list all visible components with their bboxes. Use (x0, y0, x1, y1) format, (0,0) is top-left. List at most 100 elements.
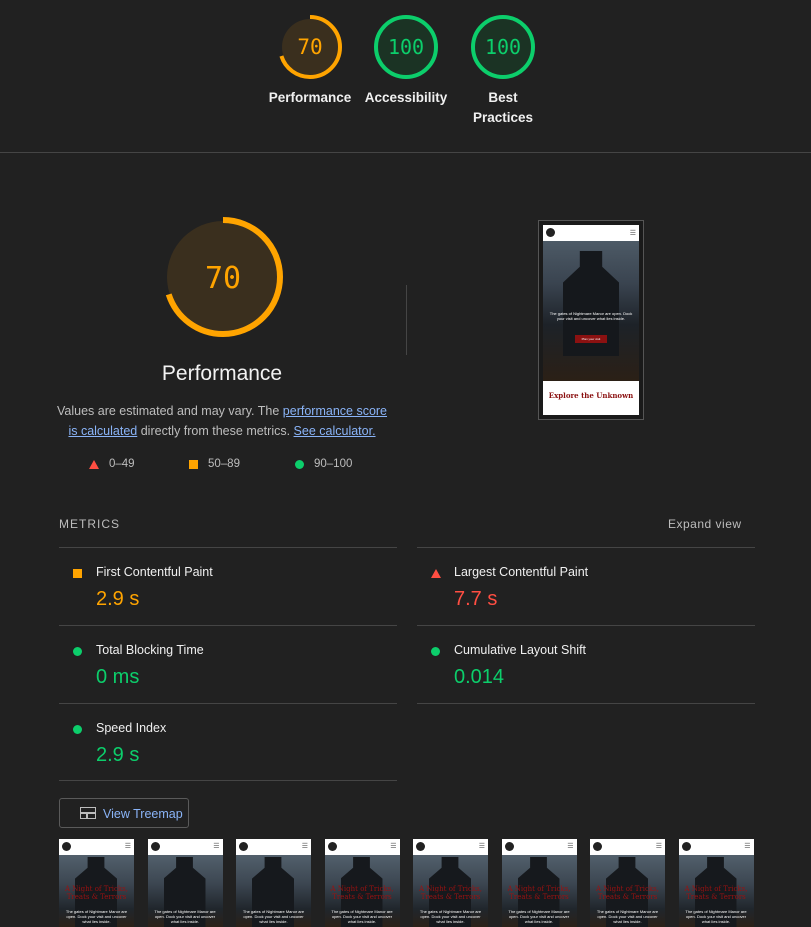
frame-hero: A Night of Tricks, Treats & Terrors The g… (678, 855, 754, 927)
filmstrip-frame: ☰ A Night of Tricks, Treats & Terrors The … (59, 839, 134, 927)
divider (59, 780, 397, 781)
gauge-label: Performance (268, 90, 352, 105)
filmstrip-frame: ☰ The gates of Nightmare Manor are open. … (236, 839, 311, 927)
logo-icon (416, 842, 425, 851)
circle-icon (73, 647, 82, 656)
filmstrip-frame: ☰ A Night of Tricks, Treats & Terrors The … (324, 839, 400, 927)
filmstrip-frame: ☰ The gates of Nightmare Manor are open. … (147, 839, 223, 927)
screenshot-footer-text: Explore the Unknown (548, 391, 634, 400)
frame-text: The gates of Nightmare Manor are open. D… (419, 909, 482, 924)
hamburger-icon: ☰ (655, 843, 662, 850)
legend-fail: 0–49 (89, 458, 135, 470)
legend-range: 0–49 (109, 458, 135, 470)
performance-description: Values are estimated and may vary. The p… (52, 401, 392, 441)
score-value: 70 (297, 35, 322, 59)
frame-title: A Night of Tricks, Treats & Terrors (596, 885, 659, 901)
hamburger-icon: ☰ (629, 230, 636, 237)
metric-name: Cumulative Layout Shift (454, 643, 587, 657)
performance-gauge-ring: 70 (278, 15, 342, 79)
divider (417, 703, 755, 704)
metric-name: First Contentful Paint (96, 565, 213, 579)
see-calculator-link[interactable]: See calculator. (294, 424, 376, 438)
frame-nav: ☰ (413, 839, 488, 855)
circle-icon (295, 459, 304, 469)
logo-icon (504, 842, 514, 851)
frame-title: A Night of Tricks, Treats & Terrors (419, 885, 482, 901)
frame-title: A Night of Tricks, Treats & Terrors (507, 885, 571, 901)
frame-text: The gates of Nightmare Manor are open. D… (685, 909, 747, 924)
hamburger-icon: ☰ (478, 843, 485, 850)
frame-text: The gates of Nightmare Manor are open. D… (331, 909, 393, 924)
frame-hero: A Night of Tricks, Treats & Terrors The g… (59, 855, 134, 927)
filmstrip-frame: ☰ A Night of Tricks, Treats & Terrors The … (590, 839, 665, 927)
desc-text: directly from these metrics. (137, 424, 294, 438)
square-icon (73, 569, 82, 578)
square-icon (189, 459, 198, 469)
performance-title: Performance (161, 362, 283, 385)
frame-nav: ☰ (236, 839, 311, 855)
hamburger-icon: ☰ (124, 843, 131, 850)
hamburger-icon: ☰ (567, 843, 574, 850)
expand-view-toggle[interactable]: Expand view (668, 517, 742, 531)
metric-value: 2.9 s (96, 588, 140, 610)
gauge-label: Best Practices (472, 90, 534, 125)
logo-icon (62, 842, 71, 851)
frame-nav: ☰ (501, 839, 577, 855)
hamburger-icon: ☰ (744, 843, 751, 850)
frame-title: A Night of Tricks, Treats & Terrors (330, 885, 394, 901)
divider (59, 625, 397, 626)
metric-value: 2.9 s (96, 744, 140, 766)
frame-nav: ☰ (59, 839, 134, 855)
legend-average: 50–89 (189, 458, 240, 470)
treemap-icon (80, 807, 96, 819)
triangle-icon (431, 569, 441, 578)
performance-gauge-large-ring: 70 (163, 217, 283, 337)
gauge-performance[interactable]: 70 Performance (262, 14, 358, 108)
logo-icon (239, 842, 248, 851)
logo-icon (593, 842, 602, 851)
frame-text: The gates of Nightmare Manor are open. D… (154, 909, 216, 924)
divider (417, 547, 755, 548)
hamburger-icon: ☰ (301, 843, 308, 850)
screenshot-page: ☰ The gates of Nightmare Manor are open.… (543, 225, 639, 415)
frame-nav: ☰ (147, 839, 223, 855)
frame-title: A Night of Tricks, Treats & Terrors (65, 885, 128, 901)
metrics-heading: METRICS (59, 517, 120, 531)
treemap-label: View Treemap (103, 807, 183, 821)
frame-hero: The gates of Nightmare Manor are open. D… (147, 855, 223, 927)
hamburger-icon: ☰ (390, 843, 397, 850)
logo-icon (150, 842, 160, 851)
frame-hero: A Night of Tricks, Treats & Terrors The g… (501, 855, 577, 927)
final-screenshot[interactable]: ☰ The gates of Nightmare Manor are open.… (538, 220, 644, 420)
frame-hero: A Night of Tricks, Treats & Terrors The g… (413, 855, 488, 927)
hero-text: The gates of Nightmare Manor are open. D… (549, 311, 633, 321)
filmstrip-frame: ☰ A Night of Tricks, Treats & Terrors The … (501, 839, 577, 927)
divider (417, 625, 755, 626)
score-summary: 70 Performance 100 Accessibility 100 Bes… (0, 0, 811, 153)
divider (59, 703, 397, 704)
gauge-accessibility[interactable]: 100 Accessibility (358, 14, 454, 108)
circle-icon (431, 647, 440, 656)
score-value: 100 (388, 35, 424, 59)
frame-text: The gates of Nightmare Manor are open. D… (65, 909, 128, 924)
frame-hero: The gates of Nightmare Manor are open. D… (236, 855, 311, 927)
frame-title: A Night of Tricks, Treats & Terrors (684, 885, 748, 901)
legend-range: 90–100 (314, 458, 353, 470)
logo-icon (681, 842, 691, 851)
filmstrip: ☰ A Night of Tricks, Treats & Terrors The … (59, 839, 755, 927)
gauge-label: Accessibility (364, 90, 448, 105)
logo-icon (546, 228, 555, 237)
circle-icon (73, 725, 82, 734)
legend-range: 50–89 (208, 458, 240, 470)
metric-value: 0 ms (96, 666, 140, 688)
frame-hero: A Night of Tricks, Treats & Terrors The g… (324, 855, 400, 927)
frame-nav: ☰ (324, 839, 400, 855)
screenshot-nav: ☰ (543, 225, 639, 241)
triangle-icon (89, 459, 99, 469)
view-treemap-button[interactable]: View Treemap (59, 798, 189, 828)
metric-name: Largest Contentful Paint (454, 565, 589, 579)
metric-name: Total Blocking Time (96, 643, 204, 657)
desc-text: Values are estimated and may vary. The (56, 404, 283, 418)
gauge-best-practices[interactable]: 100 Best Practices (455, 14, 551, 128)
filmstrip-frame: ☰ A Night of Tricks, Treats & Terrors The … (678, 839, 754, 927)
